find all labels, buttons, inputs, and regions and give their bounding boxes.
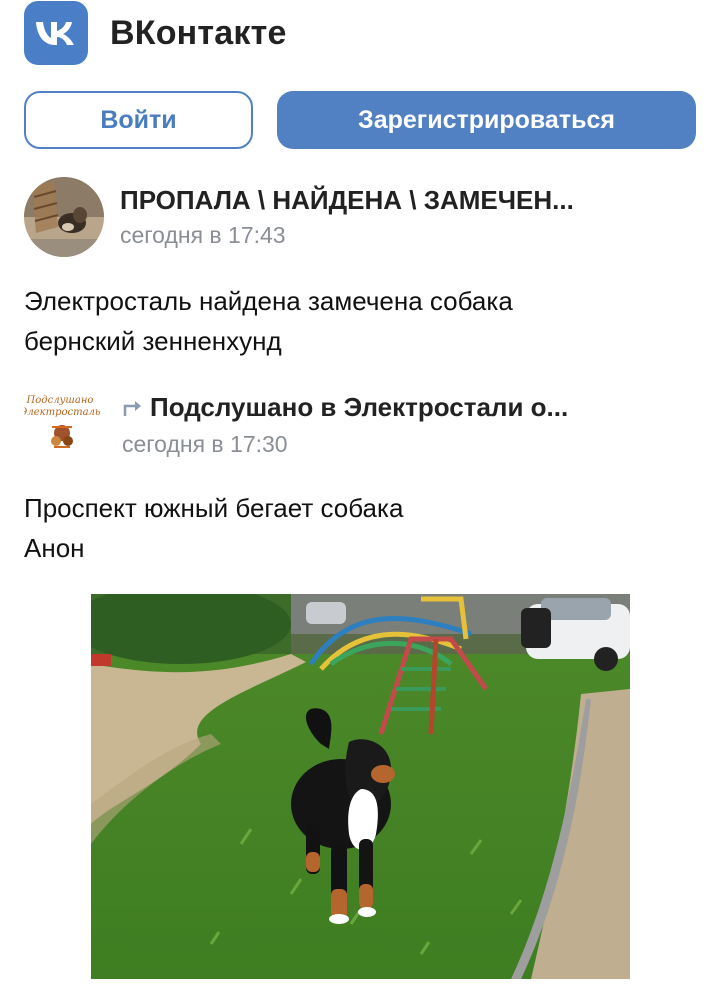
header: ВКонтакте: [24, 0, 287, 66]
repost-text: Проспект южный бегает собака Анон: [24, 488, 403, 568]
vk-logo-icon[interactable]: [24, 1, 88, 65]
login-button[interactable]: Войти: [24, 91, 253, 149]
repost-source[interactable]: Подслушано в Электростали о...: [122, 392, 568, 425]
group-avatar[interactable]: [24, 177, 104, 257]
repost-text-line-2: Анон: [24, 533, 85, 563]
post-time[interactable]: сегодня в 17:43: [120, 222, 574, 249]
app-title: ВКонтакте: [110, 13, 287, 52]
dog-photo-icon: [71, 584, 630, 979]
repost-header: Подслушано Электросталь Подслушано в Эле…: [24, 385, 568, 465]
repost-avatar-word-1: Подслушано: [26, 395, 94, 406]
post-text-line-1: Электросталь найдена замечена собака: [24, 286, 513, 316]
post-photo[interactable]: [71, 584, 630, 979]
post-text: Электросталь найдена замечена собака бер…: [24, 281, 513, 361]
post-author[interactable]: ПРОПАЛА \ НАЙДЕНА \ ЗАМЕЧЕН...: [120, 185, 574, 216]
repost-text-line-1: Проспект южный бегает собака: [24, 493, 404, 523]
repost-avatar-word-2: Электросталь: [24, 407, 100, 418]
post-text-line-2: бернский зенненхунд: [24, 326, 282, 356]
post-header: ПРОПАЛА \ НАЙДЕНА \ ЗАМЕЧЕН... сегодня в…: [24, 177, 574, 257]
repost-source-avatar[interactable]: Подслушано Электросталь: [24, 385, 104, 465]
repost-source-name[interactable]: Подслушано в Электростали о...: [150, 392, 568, 422]
register-button[interactable]: Зарегистрироваться: [277, 91, 696, 149]
repost-time[interactable]: сегодня в 17:30: [122, 431, 568, 458]
repost-arrow-icon: [122, 394, 144, 425]
